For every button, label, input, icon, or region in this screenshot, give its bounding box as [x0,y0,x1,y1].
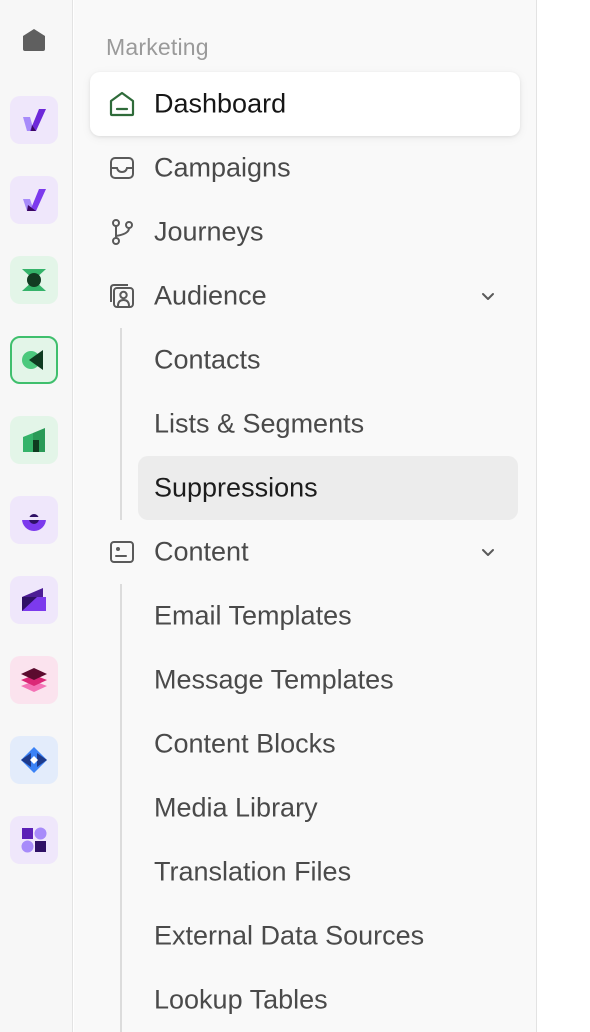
purple-semicircle-logo-icon [22,514,46,531]
rail-app-8[interactable] [10,656,58,704]
sub-item-label: External Data Sources [154,920,425,951]
sub-item-label: Media Library [154,792,318,823]
sub-item-label: Lookup Tables [154,984,328,1015]
chevron-down-icon[interactable] [478,542,498,562]
rail-app-6[interactable] [10,496,58,544]
rail-app-9[interactable] [10,736,58,784]
sub-item-external-data-sources[interactable]: External Data Sources [138,904,518,968]
green-bars-logo-icon [23,428,45,452]
sub-item-label: Translation Files [154,856,352,887]
sub-item-label: Content Blocks [154,728,336,759]
blue-diamond-logo-icon [21,747,47,773]
nav-panel: Marketing Dashboard Campaigns Journeys A… [74,0,537,1032]
sub-item-label: Message Templates [154,664,394,695]
purple-check-logo-icon [23,109,46,131]
sub-item-lists-segments[interactable]: Lists & Segments [138,392,518,456]
tree-guide-line [120,584,122,1032]
rail-app-10[interactable] [10,816,58,864]
rail-home-button[interactable] [10,16,58,64]
rail-app-5[interactable] [10,416,58,464]
sub-item-content-blocks[interactable]: Content Blocks [138,712,518,776]
sub-item-translation-files[interactable]: Translation Files [138,840,518,904]
rail-app-4[interactable] [10,336,58,384]
nav-item-label: Content [154,536,249,567]
rail-app-1[interactable] [10,96,58,144]
tree-guide-line [120,328,122,520]
chevron-down-icon[interactable] [478,286,498,306]
rail-app-2[interactable] [10,176,58,224]
nav-item-label: Campaigns [154,152,291,183]
content-icon [108,538,136,566]
app-rail [0,0,73,1032]
pink-layers-logo-icon [21,668,47,692]
purple-check-logo-alt-icon [23,189,46,211]
purple-blocks-logo-icon [21,827,47,853]
sub-item-contacts[interactable]: Contacts [138,328,518,392]
sub-item-label: Lists & Segments [154,408,365,439]
nav-item-campaigns[interactable]: Campaigns [90,136,520,200]
nav-item-journeys[interactable]: Journeys [90,200,520,264]
app-shell: Marketing Dashboard Campaigns Journeys A… [0,0,590,1032]
rail-app-3[interactable] [10,256,58,304]
main-content-area [538,0,590,1032]
nav-item-dashboard[interactable]: Dashboard [90,72,520,136]
sub-item-label: Suppressions [154,472,318,503]
nav-item-label: Dashboard [154,88,287,119]
dashboard-icon [108,90,136,118]
purple-box-logo-icon [22,588,46,611]
sub-item-lookup-tables[interactable]: Lookup Tables [138,968,518,1032]
sub-item-message-templates[interactable]: Message Templates [138,648,518,712]
home-icon [23,29,45,51]
inbox-icon [108,154,136,182]
nav-item-audience[interactable]: Audience [90,264,520,328]
green-hourglass-logo-icon [22,269,46,291]
rail-app-7[interactable] [10,576,58,624]
sub-item-suppressions[interactable]: Suppressions [138,456,518,520]
sub-item-media-library[interactable]: Media Library [138,776,518,840]
sub-item-label: Email Templates [154,600,352,631]
nav-item-label: Journeys [154,216,264,247]
sub-item-email-templates[interactable]: Email Templates [138,584,518,648]
nav-item-content[interactable]: Content [90,520,520,584]
sub-item-label: Contacts [154,344,261,375]
green-play-logo-icon [22,350,43,370]
branch-icon [108,218,136,246]
contacts-icon [108,282,136,310]
nav-item-label: Audience [154,280,267,311]
section-label: Marketing [106,34,209,60]
